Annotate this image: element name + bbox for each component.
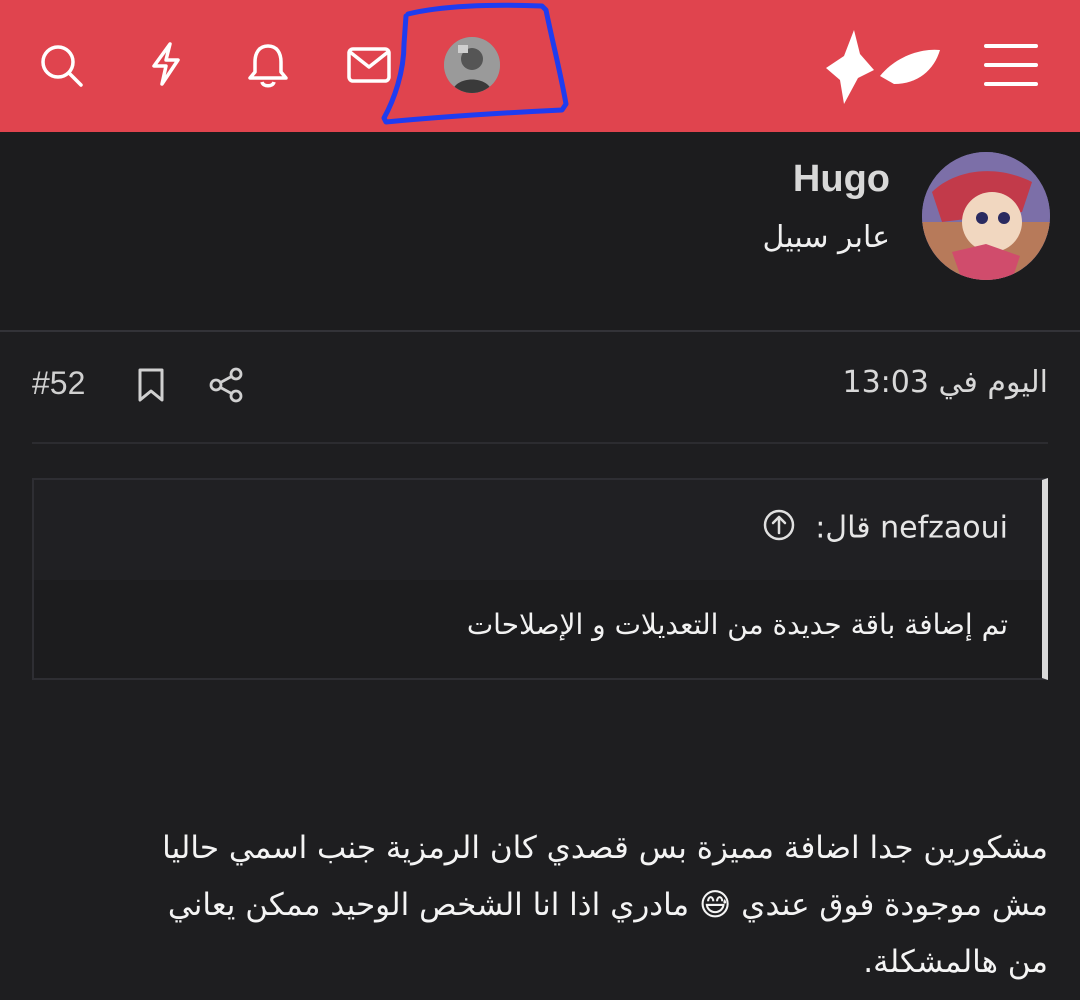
search-icon[interactable]: [38, 42, 86, 90]
top-navigation-bar: [0, 0, 1080, 132]
author-user-title: عابر سبيل: [762, 220, 890, 255]
meta-divider: [32, 442, 1048, 444]
quote-text: تم إضافة باقة جديدة من التعديلات و الإصل…: [466, 608, 1008, 641]
quote-author[interactable]: nefzaoui قال:: [762, 508, 1008, 550]
post-message: مشكورين جدا اضافة مميزة بس قصدي كان الرم…: [32, 820, 1048, 991]
post-date[interactable]: اليوم في 13:03: [843, 365, 1049, 400]
author-avatar[interactable]: [922, 152, 1050, 280]
bell-icon[interactable]: [246, 40, 290, 90]
post-message-line: من هالمشكلة.: [863, 944, 1048, 980]
post-message-line: مش موجودة فوق عندي 😅 مادري اذا انا الشخص…: [167, 887, 1048, 923]
flash-icon[interactable]: [146, 40, 186, 88]
mail-icon[interactable]: [346, 46, 392, 84]
arrow-up-circle-icon[interactable]: [762, 508, 796, 550]
quote-header[interactable]: nefzaoui قال:: [34, 480, 1042, 580]
logo-icon[interactable]: [822, 26, 944, 106]
post-meta-row: #52 اليوم في 13:03: [32, 355, 1048, 419]
user-avatar[interactable]: [444, 37, 500, 93]
post-number-link[interactable]: #52: [32, 365, 85, 402]
share-icon[interactable]: [208, 367, 244, 407]
quote-author-label: nefzaoui قال:: [815, 510, 1008, 546]
author-name[interactable]: Hugo: [793, 158, 890, 201]
post-message-line: مشكورين جدا اضافة مميزة بس قصدي كان الرم…: [162, 830, 1048, 866]
post-author-section: Hugo عابر سبيل: [0, 132, 1080, 332]
bookmark-icon[interactable]: [136, 367, 166, 407]
quote-block: nefzaoui قال: تم إضافة باقة جديدة من الت…: [32, 478, 1048, 680]
menu-icon[interactable]: [984, 42, 1038, 88]
